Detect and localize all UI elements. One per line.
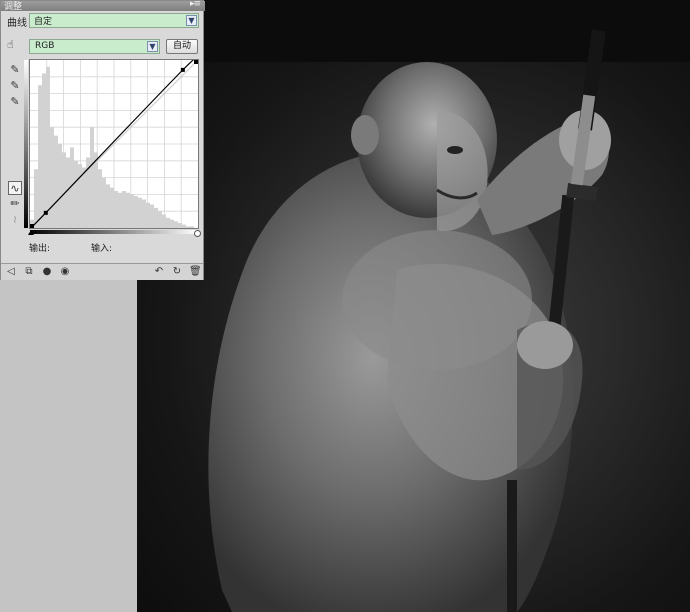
white-point-slider[interactable] <box>194 230 201 237</box>
eyedropper-gray-icon[interactable]: ✎ <box>8 79 22 93</box>
preset-row: 曲线 自定 ▼ <box>1 12 203 31</box>
previous-state-icon[interactable]: ↶ <box>153 266 165 278</box>
channel-select[interactable]: RGB ▼ <box>29 39 160 54</box>
chevron-down-icon[interactable]: ▼ <box>147 41 158 52</box>
panel-menu-icon[interactable]: ▸≡ <box>190 0 201 9</box>
adjustment-type-label: 曲线 <box>7 18 27 29</box>
hand-targeted-adjust-icon[interactable]: ☝ <box>7 38 14 51</box>
panel-title: 调整 <box>4 2 23 12</box>
preset-select-value: 自定 <box>34 17 53 27</box>
eyedropper-white-icon[interactable]: ✎ <box>8 95 22 109</box>
channel-row: ☝ RGB ▼ 自动 <box>1 35 203 55</box>
visibility-icon[interactable]: ● <box>41 266 53 278</box>
reset-icon[interactable]: ↻ <box>171 266 183 278</box>
warrior-painting <box>137 0 690 612</box>
curves-chart <box>28 55 200 230</box>
eye-icon[interactable]: ◉ <box>59 266 71 278</box>
curve-control-point[interactable] <box>30 224 34 228</box>
input-label: 输入: <box>91 244 113 254</box>
eyedropper-black-icon[interactable]: ✎ <box>8 63 22 77</box>
output-gradient-bar <box>24 60 28 228</box>
artwork-image[interactable] <box>137 0 690 612</box>
curve-control-point[interactable] <box>194 60 198 64</box>
clip-layer-icon[interactable]: ⧉ <box>23 266 35 278</box>
panel-bottom-bar: ◁ ⧉ ● ◉ ↶ ↻ 🗑 <box>1 263 203 280</box>
pencil-draw-icon[interactable]: ✏ <box>8 197 22 211</box>
smooth-curve-icon[interactable]: ≀ <box>8 213 22 227</box>
auto-button[interactable]: 自动 <box>166 39 198 54</box>
curve-point-tool-icon[interactable]: ∿ <box>8 181 22 195</box>
output-label: 输出: <box>29 244 51 254</box>
back-arrow-icon[interactable]: ◁ <box>5 266 17 278</box>
curves-graph[interactable] <box>28 55 200 230</box>
adjustments-panel: 调整 ▸≡ 曲线 自定 ▼ ☝ RGB ▼ 自动 ✎ ✎ ✎ ∿ ✏ ≀ 输出:… <box>0 0 205 280</box>
curve-control-point[interactable] <box>43 210 48 215</box>
black-point-slider[interactable] <box>28 230 34 235</box>
channel-select-value: RGB <box>35 41 55 51</box>
chevron-down-icon[interactable]: ▼ <box>186 15 197 26</box>
trash-icon[interactable]: 🗑 <box>189 266 202 278</box>
input-gradient-bar <box>30 230 198 234</box>
preset-select[interactable]: 自定 ▼ <box>29 13 199 28</box>
curve-control-point[interactable] <box>180 67 185 72</box>
panel-titlebar[interactable]: 调整 ▸≡ <box>1 0 205 12</box>
